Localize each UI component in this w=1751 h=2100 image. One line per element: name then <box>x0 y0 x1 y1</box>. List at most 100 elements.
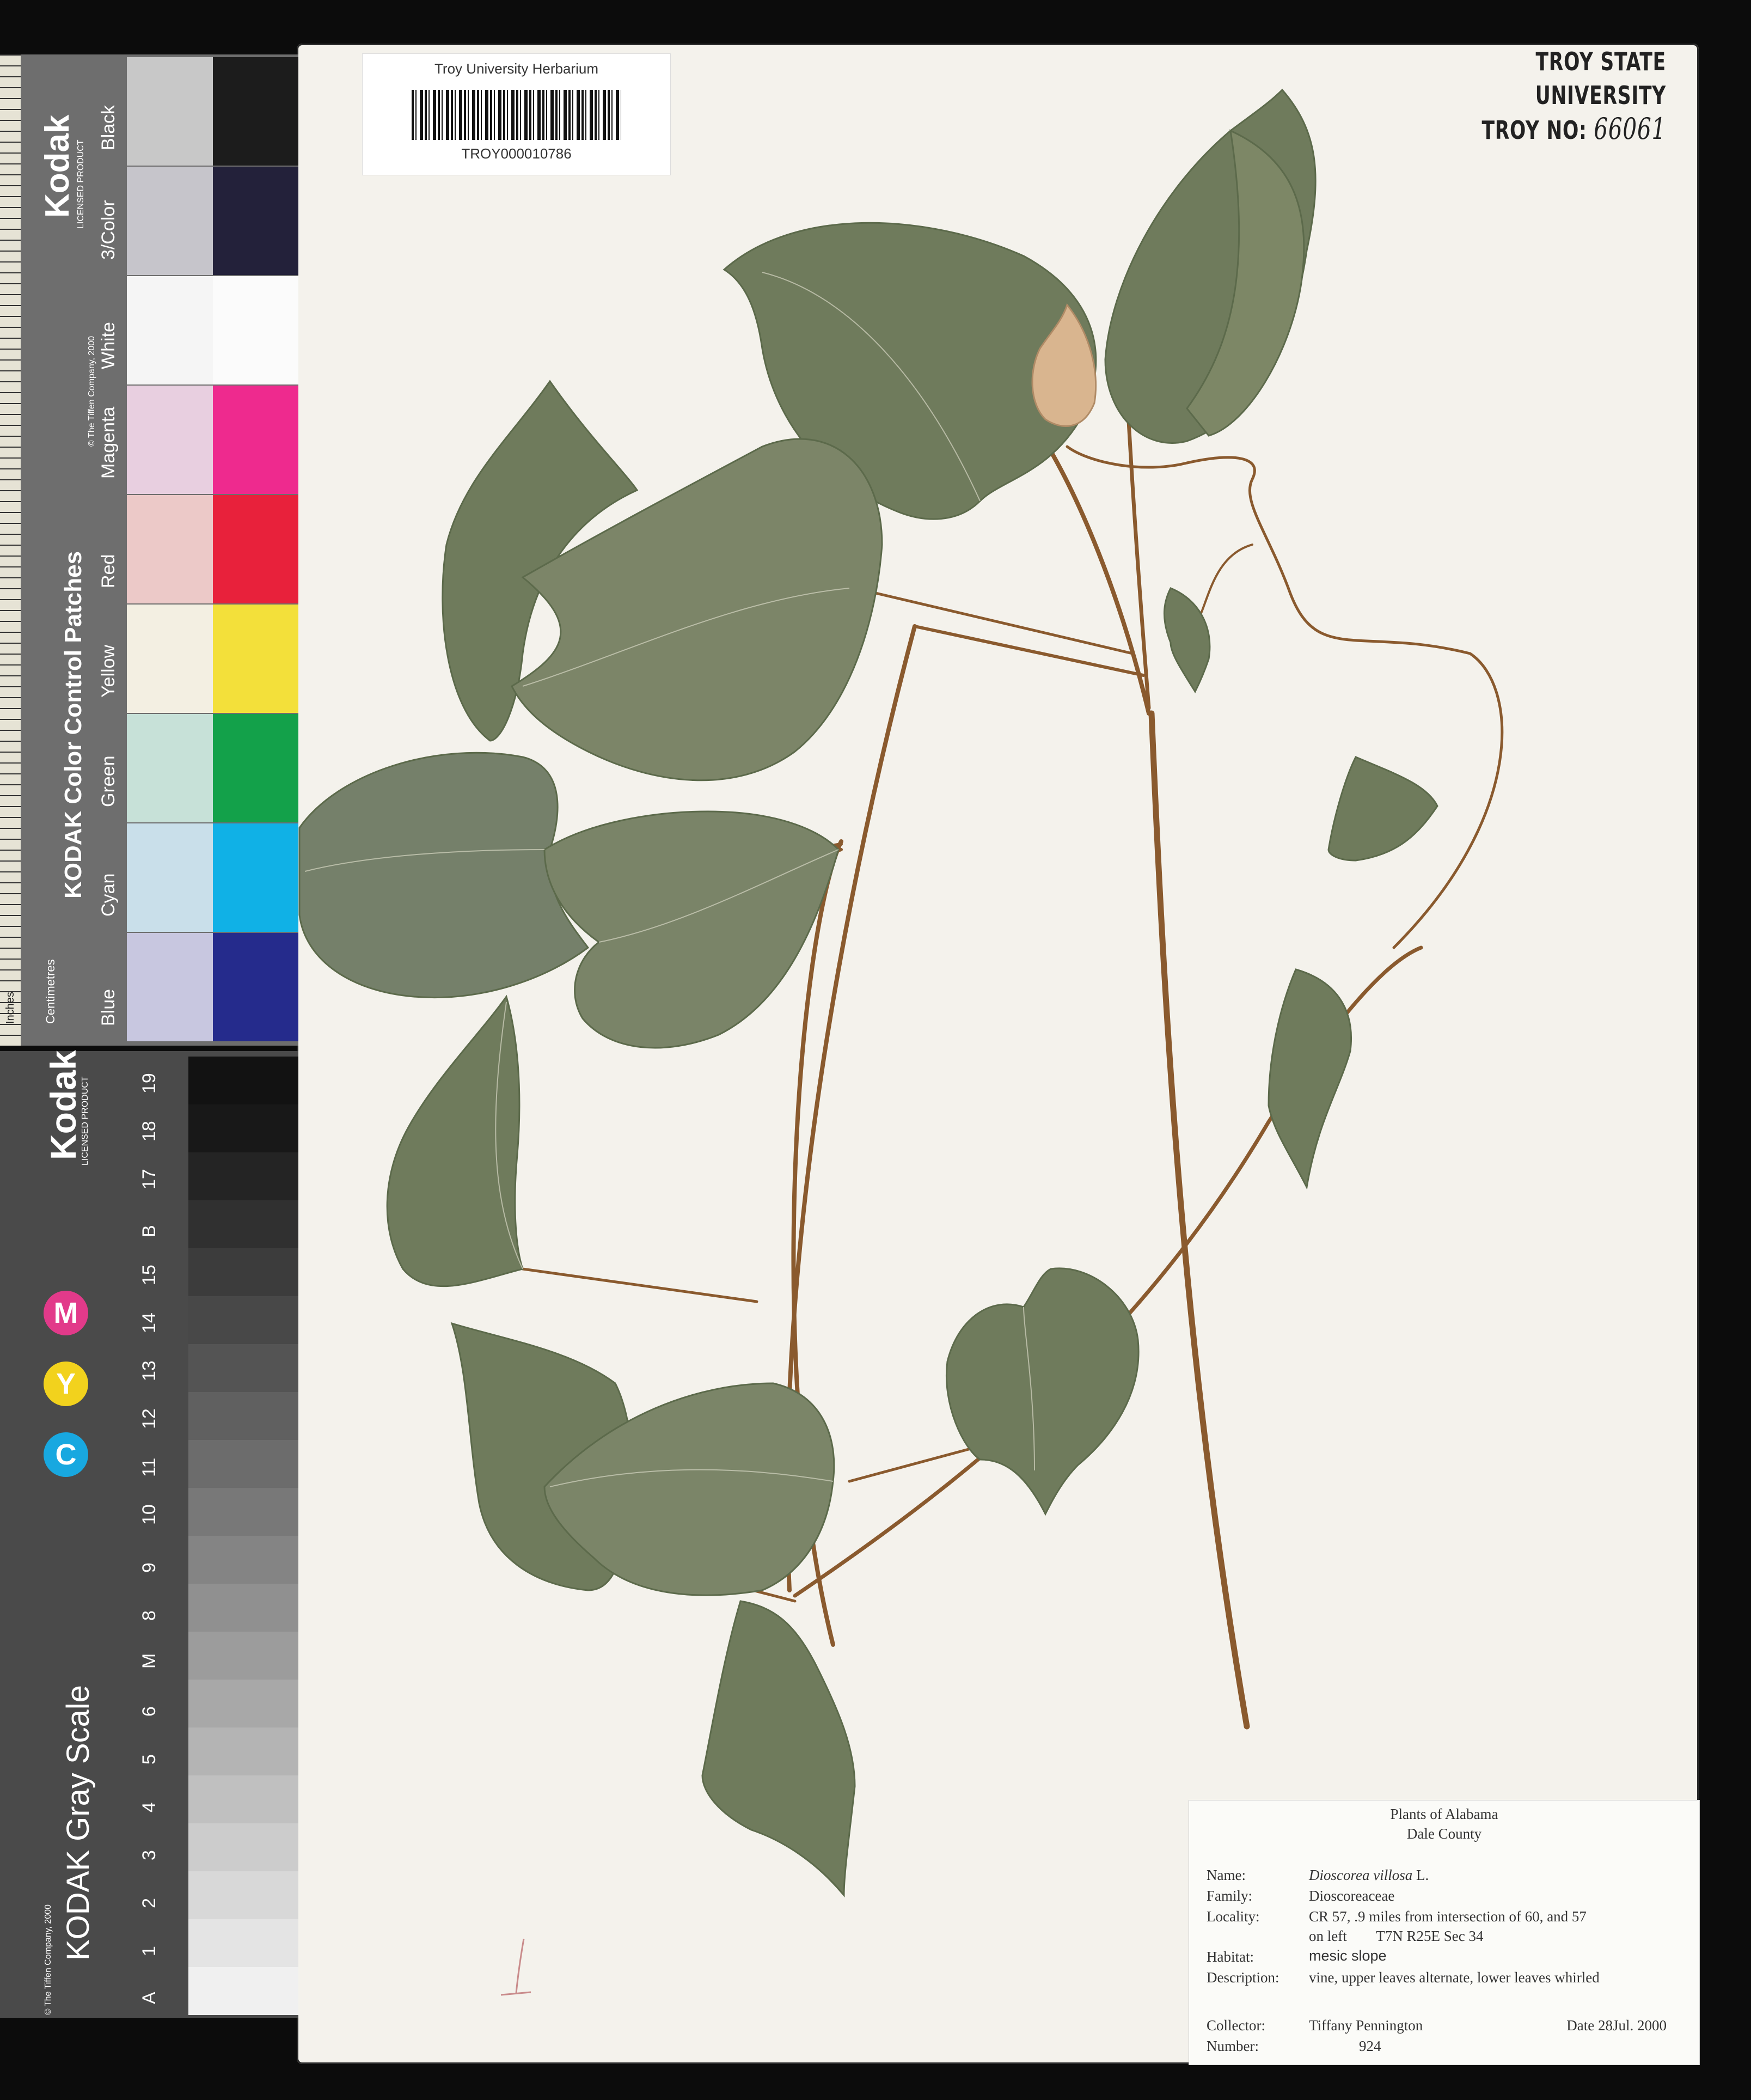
gray-step <box>188 1775 298 1823</box>
color-patch-label: Magenta <box>98 406 119 479</box>
leaf-small-right <box>1164 587 1211 694</box>
specimen-leaves <box>298 88 1438 1898</box>
gray-step-label: 12 <box>139 1408 160 1429</box>
gray-step-label: 5 <box>139 1754 160 1765</box>
gray-step-label: 14 <box>139 1312 160 1333</box>
gray-step <box>188 1680 298 1727</box>
leaf-right-mid <box>1327 756 1438 862</box>
yellow-dot: Y <box>44 1362 88 1406</box>
collector-key: Collector: <box>1207 2017 1265 2034</box>
collector-value: Tiffany Pennington <box>1309 2017 1423 2034</box>
gray-step-label: 15 <box>139 1265 160 1285</box>
gray-step-label: 3 <box>139 1850 160 1860</box>
gray-card-copyright: © The Tiffen Company, 2000 <box>44 1904 53 2015</box>
color-patch-dark <box>212 823 298 932</box>
gray-step <box>188 1200 298 1248</box>
color-patch-dark <box>212 933 298 1041</box>
name-key: Name: <box>1207 1867 1246 1883</box>
color-patch-dark <box>212 714 298 822</box>
label-title: Plants of Alabama <box>1390 1806 1498 1822</box>
color-patch <box>127 933 298 1041</box>
color-patch <box>127 386 298 494</box>
locality-key: Locality: <box>1207 1908 1260 1925</box>
locality-value-1: CR 57, .9 miles from intersection of 60,… <box>1309 1908 1587 1925</box>
habitat-value: mesic slope <box>1309 1948 1387 1964</box>
gray-step <box>188 1296 298 1344</box>
description-value: vine, upper leaves alternate, lower leav… <box>1309 1969 1600 1986</box>
cyan-dot: C <box>44 1432 88 1477</box>
stamp-number-line: TROY NO: 66061 <box>1474 112 1667 147</box>
gray-step-label: M <box>139 1653 160 1669</box>
ruler-unit-in: Inches <box>4 992 16 1024</box>
gray-step-label: 6 <box>139 1706 160 1717</box>
gray-step-label: 18 <box>139 1121 160 1141</box>
color-patch-dark <box>212 605 298 713</box>
number-value: 924 <box>1359 2038 1381 2054</box>
color-patch-light <box>127 167 213 275</box>
gray-step <box>188 1440 298 1488</box>
stamp-institution: TROY STATE UNIVERSITY <box>1535 47 1666 110</box>
gray-card-licensed: LICENSED PRODUCT <box>81 1076 90 1165</box>
gray-step-label: 13 <box>139 1360 160 1381</box>
gray-step <box>188 1104 298 1152</box>
family-value: Dioscoreaceae <box>1309 1888 1395 1904</box>
color-patch-label: Blue <box>98 988 119 1026</box>
gray-card-brand: Kodak <box>43 1050 83 1160</box>
leaf-lower-right <box>946 1267 1140 1516</box>
leaf-mid-left <box>298 752 590 999</box>
color-patch-light <box>127 386 213 494</box>
color-patch <box>127 57 298 166</box>
gray-step-label: 11 <box>139 1457 160 1477</box>
stamp-number-prefix: TROY NO: <box>1481 115 1587 145</box>
accession-stamp: TROY STATE UNIVERSITY TROY NO: 66061 <box>1410 45 1666 147</box>
gray-step <box>188 1584 298 1632</box>
barcode <box>412 90 621 140</box>
gray-step <box>188 1536 298 1584</box>
vine-curl-right <box>1066 445 1504 949</box>
main-stem <box>1148 710 1250 1730</box>
name-value: Dioscorea villosa L. <box>1309 1867 1429 1884</box>
locality-value-2: on left T7N R25E Sec 34 <box>1309 1928 1484 1944</box>
color-patch-dark <box>212 167 298 275</box>
color-patch-light <box>127 933 213 1041</box>
color-patch-dark <box>212 386 298 494</box>
herbarium-name: Troy University Herbarium <box>434 60 598 77</box>
leaf-right-low <box>1268 968 1352 1190</box>
gray-step-label: 9 <box>139 1562 160 1573</box>
gray-step <box>188 1152 298 1200</box>
gray-step <box>188 1344 298 1392</box>
color-patch <box>127 714 298 822</box>
gray-step <box>188 1057 298 1104</box>
leaf-left-low <box>386 994 524 1287</box>
color-patch-label: Red <box>98 554 119 588</box>
gray-step-label: 8 <box>139 1610 160 1621</box>
gray-step <box>188 1919 298 1967</box>
ruler <box>0 54 21 1046</box>
color-patch <box>127 605 298 713</box>
taxon-author: L. <box>1416 1867 1429 1883</box>
color-patch <box>127 276 298 384</box>
gray-step-label: 2 <box>139 1898 160 1908</box>
determination-label: Plants of Alabama Dale County Name: Dios… <box>1189 1800 1700 2065</box>
color-patch-light <box>127 605 213 713</box>
color-patch <box>127 823 298 932</box>
gray-step-label: A <box>139 1992 160 2004</box>
color-patch-label: 3/Color <box>98 200 119 260</box>
gray-step <box>188 1632 298 1680</box>
pencil-mark <box>500 1938 531 1996</box>
color-patch <box>127 167 298 275</box>
gray-step <box>188 1727 298 1775</box>
habitat-key: Habitat: <box>1207 1949 1254 1965</box>
color-card-title: KODAK Color Control Patches <box>60 551 87 899</box>
color-patch-dark <box>212 276 298 384</box>
color-card-licensed: LICENSED PRODUCT <box>76 139 85 229</box>
label-county: Dale County <box>1406 1826 1482 1842</box>
color-patch-light <box>127 57 213 166</box>
color-card-copyright: © The Tiffen Company, 2000 <box>87 335 96 447</box>
vine-curl-small <box>1197 544 1253 622</box>
gray-step-label: 4 <box>139 1802 160 1812</box>
gray-step-label: 1 <box>139 1946 160 1956</box>
gray-step <box>188 1392 298 1440</box>
gray-step-label: 17 <box>139 1169 160 1189</box>
catalog-number: TROY000010786 <box>461 145 572 162</box>
